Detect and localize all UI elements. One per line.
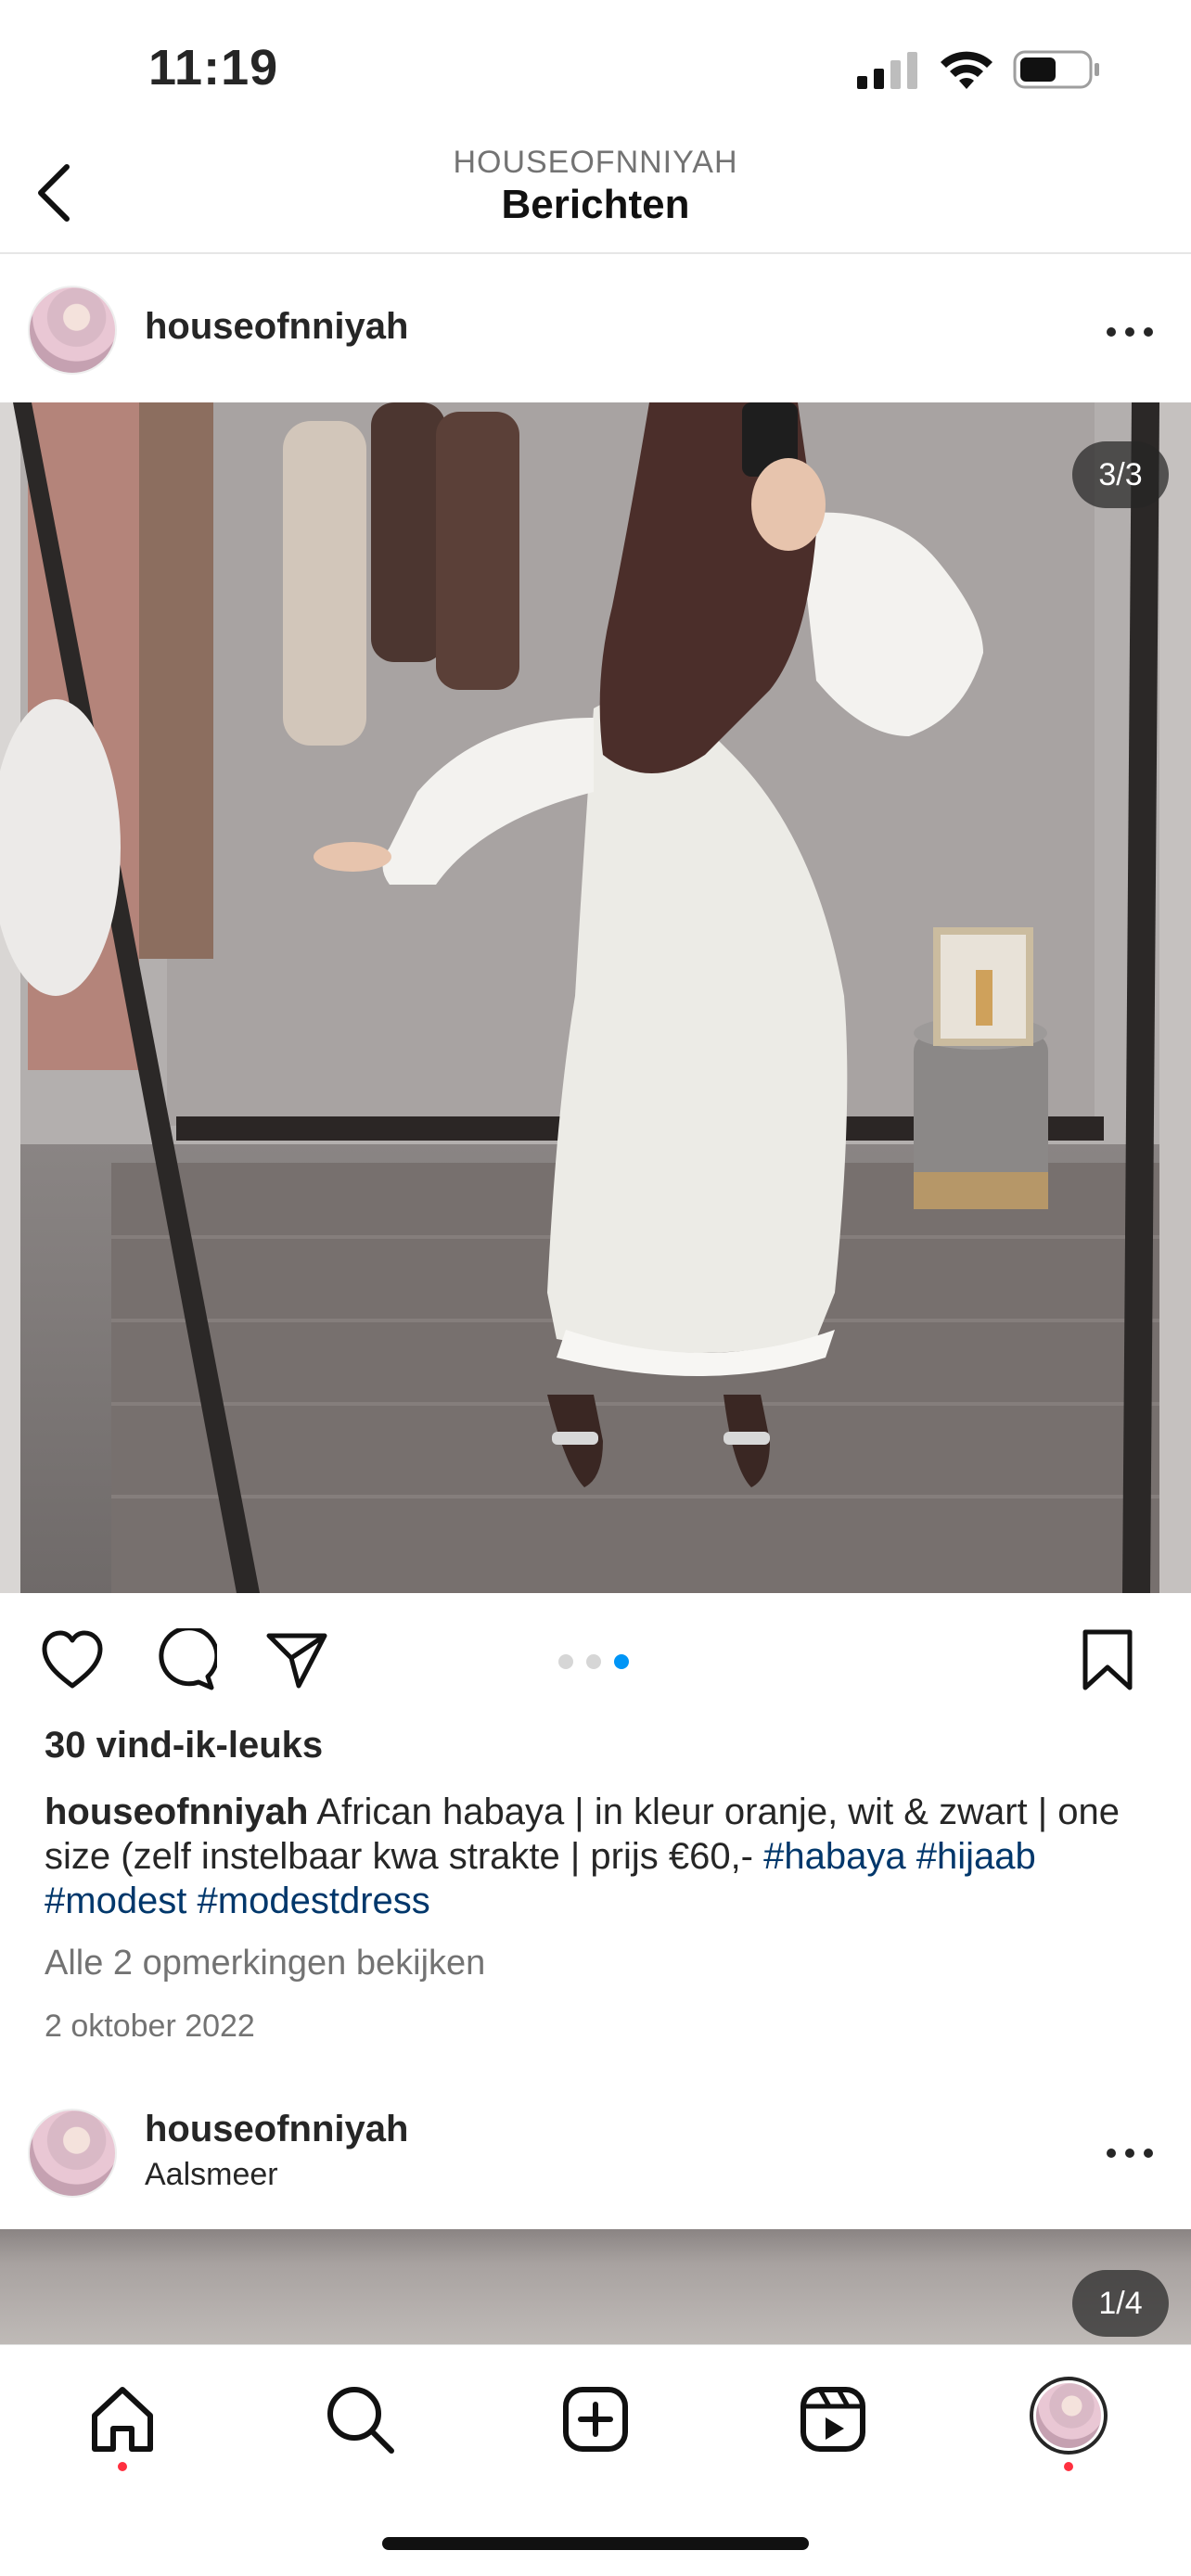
hashtag-habaya[interactable]: #habaya	[763, 1836, 905, 1877]
signal-icon	[857, 52, 917, 89]
status-bar: 11:19	[0, 0, 1191, 139]
comment-icon[interactable]	[150, 1628, 217, 1691]
next-post-more-icon[interactable]	[1104, 2144, 1156, 2162]
create-icon[interactable]	[558, 2382, 633, 2456]
carousel-dot-3-active	[614, 1654, 629, 1669]
profile-avatar-image	[1036, 2383, 1101, 2448]
header-subtitle: HOUSEOFNNIYAH	[453, 145, 738, 180]
post-date: 2 oktober 2022	[45, 2009, 255, 2044]
bookmark-icon[interactable]	[1078, 1628, 1137, 1691]
carousel-dot-1	[558, 1654, 573, 1669]
hashtag-hijaab[interactable]: #hijaab	[916, 1836, 1036, 1877]
home-indicator	[382, 2537, 809, 2550]
view-comments-link[interactable]: Alle 2 opmerkingen bekijken	[45, 1944, 485, 1983]
post-username[interactable]: houseofnniyah	[145, 306, 408, 348]
avatar[interactable]	[28, 286, 117, 375]
next-image-counter-badge: 1/4	[1072, 2270, 1169, 2337]
heart-icon[interactable]	[39, 1628, 106, 1691]
next-post-username[interactable]: houseofnniyah	[145, 2109, 408, 2150]
battery-icon	[1013, 50, 1099, 89]
post-image[interactable]: 3/3	[0, 402, 1191, 1593]
likes-count[interactable]: 30 vind-ik-leuks	[45, 1725, 323, 1766]
carousel-indicator	[557, 1654, 631, 1671]
caption-username[interactable]: houseofnniyah	[45, 1792, 308, 1832]
wifi-icon	[941, 51, 992, 89]
next-post-header: houseofnniyah Aalsmeer	[0, 2098, 1191, 2227]
status-time: 11:19	[148, 40, 279, 96]
profile-avatar[interactable]	[1030, 2377, 1108, 2455]
image-counter-badge: 3/3	[1072, 441, 1169, 508]
more-options-icon[interactable]	[1104, 323, 1156, 341]
profile-notification-dot	[1064, 2462, 1073, 2471]
next-post-image[interactable]: 1/4	[0, 2229, 1191, 2344]
next-post-location[interactable]: Aalsmeer	[145, 2157, 278, 2193]
next-post-avatar[interactable]	[28, 2109, 117, 2198]
post-caption: houseofnniyah African habaya | in kleur …	[45, 1790, 1158, 1923]
carousel-dot-2	[586, 1654, 601, 1669]
search-icon[interactable]	[323, 2382, 397, 2456]
post-header: houseofnniyah	[0, 269, 1191, 399]
page-title: Berichten	[501, 182, 690, 227]
page-header: HOUSEOFNNIYAH Berichten	[0, 139, 1191, 254]
hashtag-modestdress[interactable]: #modestdress	[198, 1881, 430, 1921]
share-icon[interactable]	[263, 1628, 330, 1691]
home-notification-dot	[118, 2462, 127, 2471]
post-photo-illustration	[0, 402, 1191, 1593]
post-actions	[0, 1593, 1191, 1714]
hashtag-modest[interactable]: #modest	[45, 1881, 186, 1921]
reels-icon[interactable]	[796, 2382, 870, 2456]
home-icon[interactable]	[85, 2382, 160, 2456]
